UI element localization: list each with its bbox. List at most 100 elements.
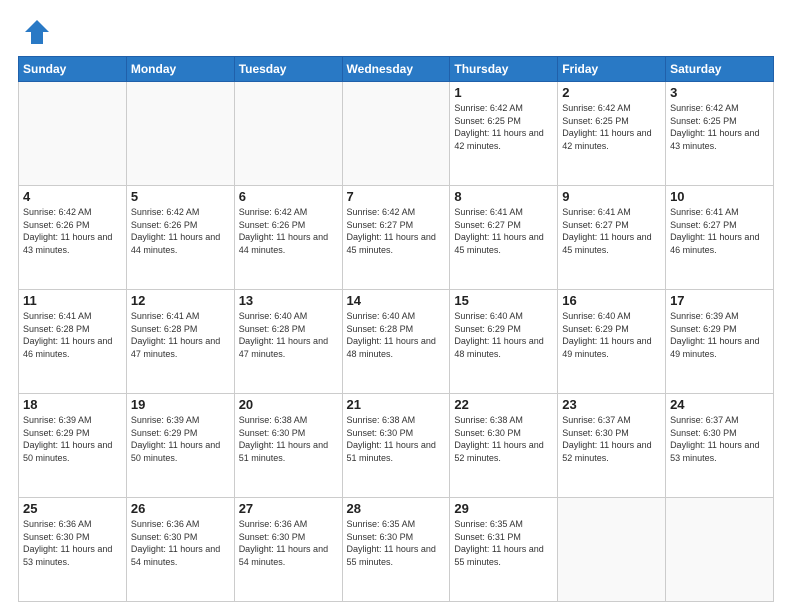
day-cell: 24 Sunrise: 6:37 AM Sunset: 6:30 PM Dayli… [666,394,774,498]
col-header-tuesday: Tuesday [234,57,342,82]
day-number: 28 [347,501,446,516]
header-row: SundayMondayTuesdayWednesdayThursdayFrid… [19,57,774,82]
day-number: 9 [562,189,661,204]
col-header-wednesday: Wednesday [342,57,450,82]
week-row-2: 4 Sunrise: 6:42 AM Sunset: 6:26 PM Daylig… [19,186,774,290]
day-info: Sunrise: 6:39 AM Sunset: 6:29 PM Dayligh… [670,310,769,360]
day-info: Sunrise: 6:42 AM Sunset: 6:26 PM Dayligh… [23,206,122,256]
day-info: Sunrise: 6:36 AM Sunset: 6:30 PM Dayligh… [131,518,230,568]
day-info: Sunrise: 6:41 AM Sunset: 6:27 PM Dayligh… [454,206,553,256]
day-number: 27 [239,501,338,516]
day-info: Sunrise: 6:38 AM Sunset: 6:30 PM Dayligh… [239,414,338,464]
day-number: 4 [23,189,122,204]
day-number: 22 [454,397,553,412]
day-number: 16 [562,293,661,308]
day-info: Sunrise: 6:42 AM Sunset: 6:26 PM Dayligh… [239,206,338,256]
day-number: 17 [670,293,769,308]
day-number: 10 [670,189,769,204]
day-cell: 10 Sunrise: 6:41 AM Sunset: 6:27 PM Dayli… [666,186,774,290]
day-info: Sunrise: 6:42 AM Sunset: 6:25 PM Dayligh… [562,102,661,152]
day-number: 24 [670,397,769,412]
day-info: Sunrise: 6:42 AM Sunset: 6:25 PM Dayligh… [670,102,769,152]
day-cell: 6 Sunrise: 6:42 AM Sunset: 6:26 PM Daylig… [234,186,342,290]
day-cell: 25 Sunrise: 6:36 AM Sunset: 6:30 PM Dayli… [19,498,127,602]
day-number: 18 [23,397,122,412]
day-cell [558,498,666,602]
calendar-table: SundayMondayTuesdayWednesdayThursdayFrid… [18,56,774,602]
day-number: 5 [131,189,230,204]
page: SundayMondayTuesdayWednesdayThursdayFrid… [0,0,792,612]
col-header-monday: Monday [126,57,234,82]
day-number: 6 [239,189,338,204]
day-number: 2 [562,85,661,100]
col-header-thursday: Thursday [450,57,558,82]
col-header-friday: Friday [558,57,666,82]
day-cell [666,498,774,602]
day-info: Sunrise: 6:40 AM Sunset: 6:28 PM Dayligh… [239,310,338,360]
day-cell: 3 Sunrise: 6:42 AM Sunset: 6:25 PM Daylig… [666,82,774,186]
day-cell [234,82,342,186]
day-number: 19 [131,397,230,412]
day-cell: 22Sunrise: 6:38 AM Sunset: 6:30 PM Dayli… [450,394,558,498]
week-row-4: 18 Sunrise: 6:39 AM Sunset: 6:29 PM Dayli… [19,394,774,498]
day-cell: 14Sunrise: 6:40 AM Sunset: 6:28 PM Dayli… [342,290,450,394]
day-cell: 21 Sunrise: 6:38 AM Sunset: 6:30 PM Dayli… [342,394,450,498]
day-info: Sunrise: 6:39 AM Sunset: 6:29 PM Dayligh… [131,414,230,464]
day-info: Sunrise: 6:38 AM Sunset: 6:30 PM Dayligh… [347,414,446,464]
week-row-3: 11 Sunrise: 6:41 AM Sunset: 6:28 PM Dayli… [19,290,774,394]
day-cell: 5 Sunrise: 6:42 AM Sunset: 6:26 PM Daylig… [126,186,234,290]
day-number: 15 [454,293,553,308]
day-cell: 28 Sunrise: 6:35 AM Sunset: 6:30 PM Dayli… [342,498,450,602]
day-cell: 23 Sunrise: 6:37 AM Sunset: 6:30 PM Dayli… [558,394,666,498]
day-cell: 7 Sunrise: 6:42 AM Sunset: 6:27 PM Daylig… [342,186,450,290]
day-cell: 17 Sunrise: 6:39 AM Sunset: 6:29 PM Dayli… [666,290,774,394]
day-cell: 11 Sunrise: 6:41 AM Sunset: 6:28 PM Dayli… [19,290,127,394]
logo-icon [23,18,51,46]
day-number: 26 [131,501,230,516]
day-cell: 13 Sunrise: 6:40 AM Sunset: 6:28 PM Dayli… [234,290,342,394]
day-cell [19,82,127,186]
day-info: Sunrise: 6:42 AM Sunset: 6:26 PM Dayligh… [131,206,230,256]
day-cell: 19 Sunrise: 6:39 AM Sunset: 6:29 PM Dayli… [126,394,234,498]
day-number: 25 [23,501,122,516]
day-cell: 12 Sunrise: 6:41 AM Sunset: 6:28 PM Dayli… [126,290,234,394]
day-info: Sunrise: 6:36 AM Sunset: 6:30 PM Dayligh… [23,518,122,568]
day-number: 14 [347,293,446,308]
week-row-1: 1 Sunrise: 6:42 AM Sunset: 6:25 PM Daylig… [19,82,774,186]
day-info: Sunrise: 6:36 AM Sunset: 6:30 PM Dayligh… [239,518,338,568]
day-cell: 4 Sunrise: 6:42 AM Sunset: 6:26 PM Daylig… [19,186,127,290]
day-number: 11 [23,293,122,308]
day-cell: 1 Sunrise: 6:42 AM Sunset: 6:25 PM Daylig… [450,82,558,186]
day-cell: 27 Sunrise: 6:36 AM Sunset: 6:30 PM Dayli… [234,498,342,602]
day-info: Sunrise: 6:37 AM Sunset: 6:30 PM Dayligh… [562,414,661,464]
day-number: 3 [670,85,769,100]
day-cell: 16 Sunrise: 6:40 AM Sunset: 6:29 PM Dayli… [558,290,666,394]
logo [18,18,51,46]
day-info: Sunrise: 6:37 AM Sunset: 6:30 PM Dayligh… [670,414,769,464]
day-cell [126,82,234,186]
day-number: 12 [131,293,230,308]
day-cell: 9Sunrise: 6:41 AM Sunset: 6:27 PM Daylig… [558,186,666,290]
day-number: 21 [347,397,446,412]
day-cell: 20Sunrise: 6:38 AM Sunset: 6:30 PM Dayli… [234,394,342,498]
day-info: Sunrise: 6:42 AM Sunset: 6:25 PM Dayligh… [454,102,553,152]
day-number: 1 [454,85,553,100]
day-info: Sunrise: 6:35 AM Sunset: 6:31 PM Dayligh… [454,518,553,568]
day-cell: 8Sunrise: 6:41 AM Sunset: 6:27 PM Daylig… [450,186,558,290]
week-row-5: 25 Sunrise: 6:36 AM Sunset: 6:30 PM Dayli… [19,498,774,602]
day-info: Sunrise: 6:40 AM Sunset: 6:29 PM Dayligh… [562,310,661,360]
day-cell: 29 Sunrise: 6:35 AM Sunset: 6:31 PM Dayli… [450,498,558,602]
day-number: 23 [562,397,661,412]
day-cell: 18Sunrise: 6:39 AM Sunset: 6:29 PM Dayli… [19,394,127,498]
day-number: 29 [454,501,553,516]
day-info: Sunrise: 6:41 AM Sunset: 6:27 PM Dayligh… [670,206,769,256]
day-info: Sunrise: 6:42 AM Sunset: 6:27 PM Dayligh… [347,206,446,256]
day-info: Sunrise: 6:41 AM Sunset: 6:28 PM Dayligh… [131,310,230,360]
col-header-sunday: Sunday [19,57,127,82]
header [18,18,774,46]
day-number: 7 [347,189,446,204]
day-number: 13 [239,293,338,308]
day-info: Sunrise: 6:35 AM Sunset: 6:30 PM Dayligh… [347,518,446,568]
day-cell [342,82,450,186]
day-info: Sunrise: 6:41 AM Sunset: 6:28 PM Dayligh… [23,310,122,360]
